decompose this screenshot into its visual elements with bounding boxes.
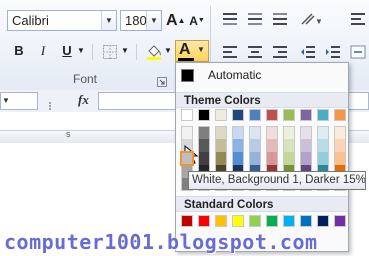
theme-shade-swatch[interactable] xyxy=(317,126,329,139)
dialog-launcher-icon[interactable] xyxy=(157,74,167,87)
shrink-font-icon: A xyxy=(189,14,198,28)
theme-shade-swatch[interactable] xyxy=(300,139,312,152)
theme-shade-swatch[interactable] xyxy=(215,126,227,139)
bold-button[interactable]: B xyxy=(10,40,28,62)
grow-font-icon: A xyxy=(166,12,178,29)
chevron-down-icon[interactable]: ▼ xyxy=(146,11,161,30)
standard-color-swatch[interactable] xyxy=(181,215,193,227)
standard-color-swatch[interactable] xyxy=(215,215,227,227)
chevron-down-icon[interactable]: ▼ xyxy=(101,11,116,30)
italic-button[interactable]: I xyxy=(34,40,52,62)
orientation-icon[interactable]: ▼ xyxy=(300,12,324,26)
font-name-value: Calibri xyxy=(12,13,49,28)
theme-shade-swatch[interactable] xyxy=(249,139,261,152)
theme-color-swatch[interactable] xyxy=(249,109,261,121)
theme-shade-swatch[interactable] xyxy=(266,126,278,139)
theme-shade-swatch[interactable] xyxy=(334,139,346,152)
standard-color-swatch[interactable] xyxy=(317,215,329,227)
theme-shade-swatch[interactable] xyxy=(283,139,295,152)
chevron-down-icon[interactable]: ▼ xyxy=(2,96,10,105)
theme-shade-swatch[interactable] xyxy=(249,126,261,139)
font-group-label: Font xyxy=(72,72,97,86)
watermark: computer1001.blogspot.com xyxy=(4,230,318,254)
theme-shade-swatch[interactable] xyxy=(283,126,295,139)
divider xyxy=(136,44,137,60)
align-right-icon[interactable] xyxy=(272,45,288,59)
wrap-text-icon[interactable] xyxy=(350,10,366,28)
standard-color-swatch[interactable] xyxy=(300,215,312,227)
svg-text:▼: ▼ xyxy=(315,17,323,26)
theme-shade-swatch[interactable] xyxy=(181,126,193,139)
theme-shade-swatch[interactable] xyxy=(232,152,244,165)
theme-shade-swatch[interactable] xyxy=(180,151,194,166)
theme-shade-swatch[interactable] xyxy=(266,152,278,165)
align-left-icon[interactable] xyxy=(222,45,238,59)
chevron-down-icon[interactable]: ▼ xyxy=(163,40,173,62)
theme-color-swatch[interactable] xyxy=(300,109,312,121)
column-header-mark: s xyxy=(66,129,71,139)
standard-colors-grid xyxy=(176,215,348,229)
font-size-value: 180 xyxy=(125,13,147,28)
chevron-down-icon[interactable]: ▼ xyxy=(120,40,130,62)
theme-shade-swatch[interactable] xyxy=(283,152,295,165)
theme-color-swatch[interactable] xyxy=(181,109,193,121)
splitter-handle[interactable] xyxy=(48,98,52,110)
theme-shade-swatch[interactable] xyxy=(300,126,312,139)
theme-colors-title: Theme Colors xyxy=(176,92,348,108)
underline-button[interactable]: U xyxy=(58,40,76,62)
decrease-indent-icon[interactable] xyxy=(300,45,316,59)
chevron-down-icon[interactable]: ▼ xyxy=(76,40,86,62)
merge-center-icon[interactable] xyxy=(350,45,366,59)
font-color-icon: A xyxy=(179,41,191,58)
theme-shade-swatch[interactable] xyxy=(232,139,244,152)
standard-color-swatch[interactable] xyxy=(266,215,278,227)
color-tooltip: White, Background 1, Darker 15% xyxy=(188,171,366,190)
theme-color-swatch[interactable] xyxy=(317,109,329,121)
standard-colors-title: Standard Colors xyxy=(176,196,348,212)
automatic-label[interactable]: Automatic xyxy=(208,68,261,82)
theme-color-swatch[interactable] xyxy=(198,109,210,121)
fill-color-icon[interactable] xyxy=(145,42,163,60)
borders-icon[interactable] xyxy=(102,44,118,60)
standard-color-swatch[interactable] xyxy=(232,215,244,227)
font-color-swatch xyxy=(178,58,194,61)
divider xyxy=(92,44,93,60)
theme-color-swatch[interactable] xyxy=(215,109,227,121)
font-color-menu: Automatic Theme Colors Standard Colors xyxy=(175,62,349,252)
theme-shade-swatch[interactable] xyxy=(232,126,244,139)
chevron-down-icon[interactable]: ▼ xyxy=(197,45,205,54)
font-color-button[interactable]: A ▼ xyxy=(175,40,209,62)
align-top-icon[interactable] xyxy=(222,12,238,26)
theme-shade-swatch[interactable] xyxy=(215,139,227,152)
theme-shade-swatch[interactable] xyxy=(249,152,261,165)
theme-shade-swatch[interactable] xyxy=(266,139,278,152)
theme-shade-swatch[interactable] xyxy=(300,152,312,165)
theme-color-swatch[interactable] xyxy=(266,109,278,121)
theme-shade-swatch[interactable] xyxy=(334,126,346,139)
align-center-icon[interactable] xyxy=(247,45,263,59)
shrink-font-button[interactable]: A▼ xyxy=(188,10,206,32)
standard-color-swatch[interactable] xyxy=(283,215,295,227)
theme-shade-swatch[interactable] xyxy=(317,152,329,165)
theme-color-swatch[interactable] xyxy=(232,109,244,121)
font-name-combo[interactable]: Calibri ▼ xyxy=(7,10,117,31)
align-middle-icon[interactable] xyxy=(247,12,263,26)
theme-shade-swatch[interactable] xyxy=(198,126,210,139)
theme-shade-swatch[interactable] xyxy=(215,152,227,165)
theme-shade-swatch[interactable] xyxy=(334,152,346,165)
theme-color-swatch[interactable] xyxy=(283,109,295,121)
font-size-combo[interactable]: 180 ▼ xyxy=(120,10,162,31)
align-bottom-icon[interactable] xyxy=(272,12,288,26)
theme-color-swatch[interactable] xyxy=(334,109,346,121)
standard-color-swatch[interactable] xyxy=(249,215,261,227)
theme-shade-swatch[interactable] xyxy=(317,139,329,152)
standard-color-swatch[interactable] xyxy=(334,215,346,227)
automatic-swatch[interactable] xyxy=(181,69,194,82)
insert-function-button[interactable]: fx xyxy=(78,92,89,108)
standard-color-swatch[interactable] xyxy=(198,215,210,227)
increase-indent-icon[interactable] xyxy=(325,45,341,59)
grow-font-button[interactable]: A▲ xyxy=(166,10,185,32)
name-box[interactable]: ▼ xyxy=(0,92,38,110)
